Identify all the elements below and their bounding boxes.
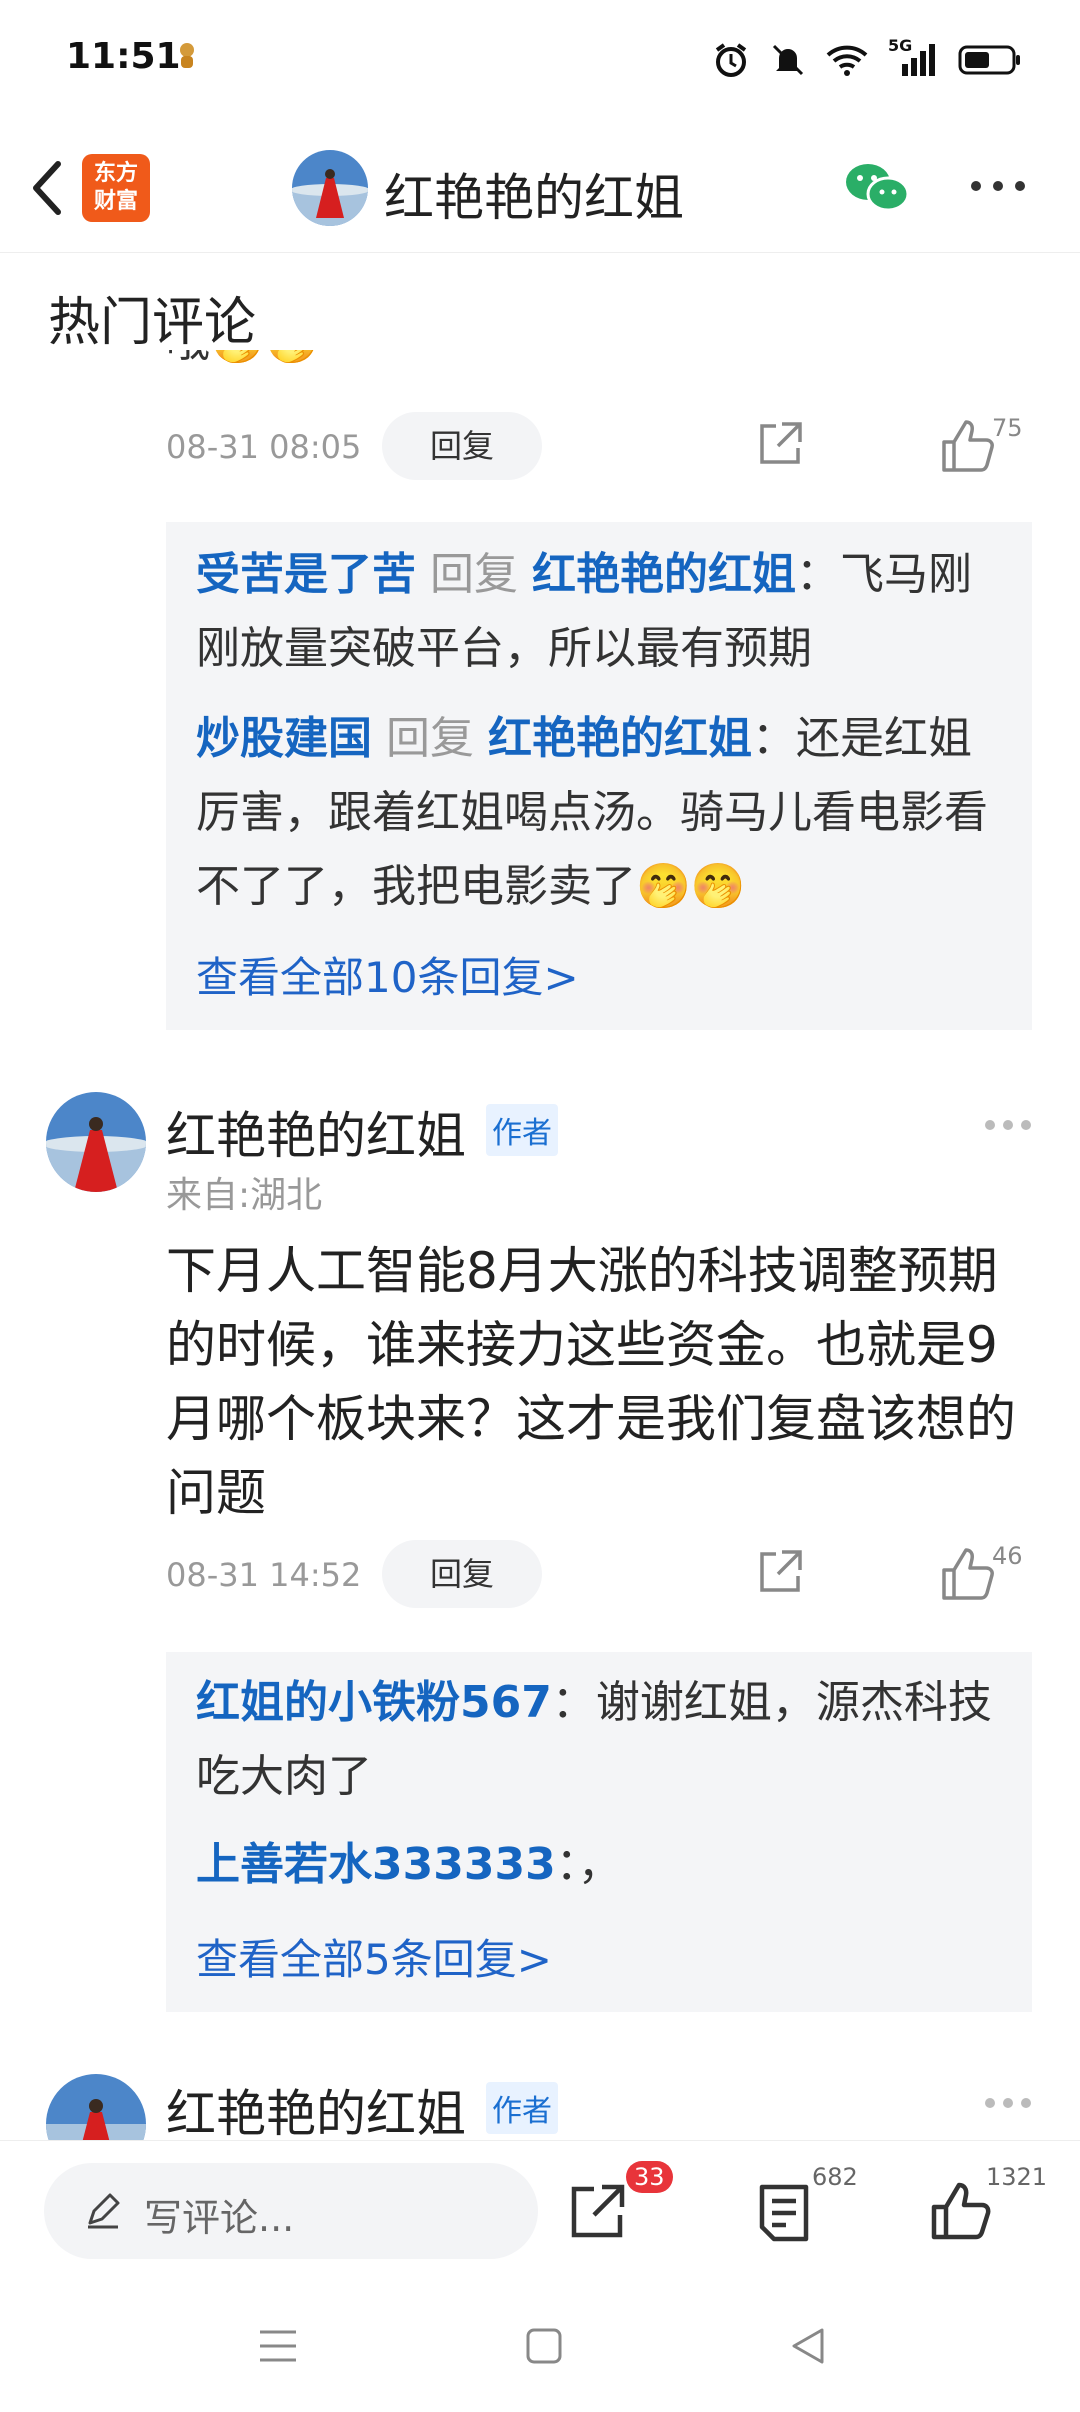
status-icons: 5G [712,36,1022,80]
reply-item: 红姐的小铁粉567：谢谢红姐，源杰科技吃大肉了 [196,1666,1006,1814]
comment-location: 来自:湖北 [166,1175,323,1216]
reply-username[interactable]: 炒股建国 [196,713,372,764]
notification-app-icon [180,43,194,68]
reply-target-username[interactable]: 红艳艳的红姐 [532,549,796,600]
wechat-share-icon[interactable] [844,160,910,216]
view-all-replies-link[interactable]: 查看全部10条回复> [196,944,579,1005]
comment-more-icon[interactable] [984,1118,1032,1132]
menu-icon[interactable] [256,2326,300,2366]
more-options-icon[interactable] [968,176,1028,196]
app-logo[interactable]: 东方 财富 [82,154,150,222]
comment-input[interactable]: 写评论... [44,2163,538,2259]
share-icon[interactable] [566,2179,630,2243]
comments-count: 682 [812,2163,858,2191]
reply-button[interactable]: 回复 [382,412,542,480]
mute-icon [772,44,804,76]
reply-username[interactable]: 受苦是了苦 [196,549,416,600]
reply-word: 回复 [386,713,474,764]
comment-time: 08-31 08:05 [166,428,362,466]
logo-text-top: 东方 [93,161,138,186]
reply-box: 红姐的小铁粉567：谢谢红姐，源杰科技吃大肉了 上善若水333333：， 查看全… [166,1652,1032,2012]
comment-partial-text: 哦🤭🤭 [166,350,466,374]
reply-item: 上善若水333333：， [196,1828,1006,1902]
back-icon[interactable] [22,152,78,224]
reply-target-username[interactable]: 红艳艳的红姐 [488,713,752,764]
status-bar: 11:51 5G [0,0,1080,120]
wifi-icon [826,45,868,76]
hot-comments-title: 热门评论 [48,293,257,353]
system-navigation-bar [0,2280,1080,2412]
like-count: 75 [992,414,1023,442]
share-icon[interactable] [754,418,806,470]
page-title: 红艳艳的红姐 [384,169,684,227]
like-icon[interactable] [938,416,998,476]
logo-text-bottom: 财富 [93,189,138,214]
battery-icon [958,45,1020,75]
status-time: 11:51 [66,36,181,77]
reply-word: 回复 [430,549,518,600]
commenter-name[interactable]: 红艳艳的红姐 [166,2074,466,2140]
reply-text: ：， [555,1839,622,1890]
back-nav-icon[interactable] [788,2326,828,2366]
alarm-icon [715,43,747,77]
signal-icon [902,44,935,76]
share-count-badge: 33 [626,2161,673,2193]
commenter-avatar[interactable] [46,1092,146,1192]
like-icon[interactable] [938,1544,998,1604]
top-navigation-bar: 东方 财富 红艳艳的红姐 [0,120,1080,253]
bottom-action-bar: 写评论... 33 682 1321 [0,2140,1080,2281]
commenter-name[interactable]: 红艳艳的红姐 [166,1096,466,1168]
comment-partial: 红艳艳的红姐 作者 [0,2066,1080,2140]
reply-item: 受苦是了苦 回复 红艳艳的红姐：飞马刚刚放量突破平台，所以最有预期 [196,538,1006,686]
comment-body: 下月人工智能8月大涨的科技调整预期的时候，谁来接力这些资金。也就是9月哪个板块来… [166,1242,1016,1522]
reply-username[interactable]: 上善若水333333 [196,1839,556,1890]
comment-time: 08-31 14:52 [166,1556,362,1594]
commenter-avatar[interactable] [46,2074,146,2140]
author-avatar[interactable] [292,150,368,226]
reply-item: 炒股建国 回复 红艳艳的红姐：还是红姐厉害，跟着红姐喝点汤。骑马儿看电影看不了了… [196,702,1006,924]
author-badge: 作者 [486,1104,558,1156]
pen-icon [88,2193,120,2229]
like-icon[interactable] [928,2179,992,2243]
likes-count: 1321 [986,2163,1048,2191]
comment-input-placeholder: 写评论... [144,2196,295,2240]
comments-icon[interactable] [752,2181,816,2245]
reply-box: 受苦是了苦 回复 红艳艳的红姐：飞马刚刚放量突破平台，所以最有预期 炒股建国 回… [166,522,1032,1030]
home-icon[interactable] [524,2326,564,2366]
reply-username[interactable]: 红姐的小铁粉567 [196,1677,552,1728]
view-all-replies-link[interactable]: 查看全部5条回复> [196,1926,552,1987]
signal-indicator: 5G [888,36,938,78]
reply-button[interactable]: 回复 [382,1540,542,1608]
like-count: 46 [992,1542,1023,1570]
author-badge: 作者 [486,2082,558,2134]
share-icon[interactable] [754,1546,806,1598]
comment-more-icon[interactable] [984,2096,1032,2110]
